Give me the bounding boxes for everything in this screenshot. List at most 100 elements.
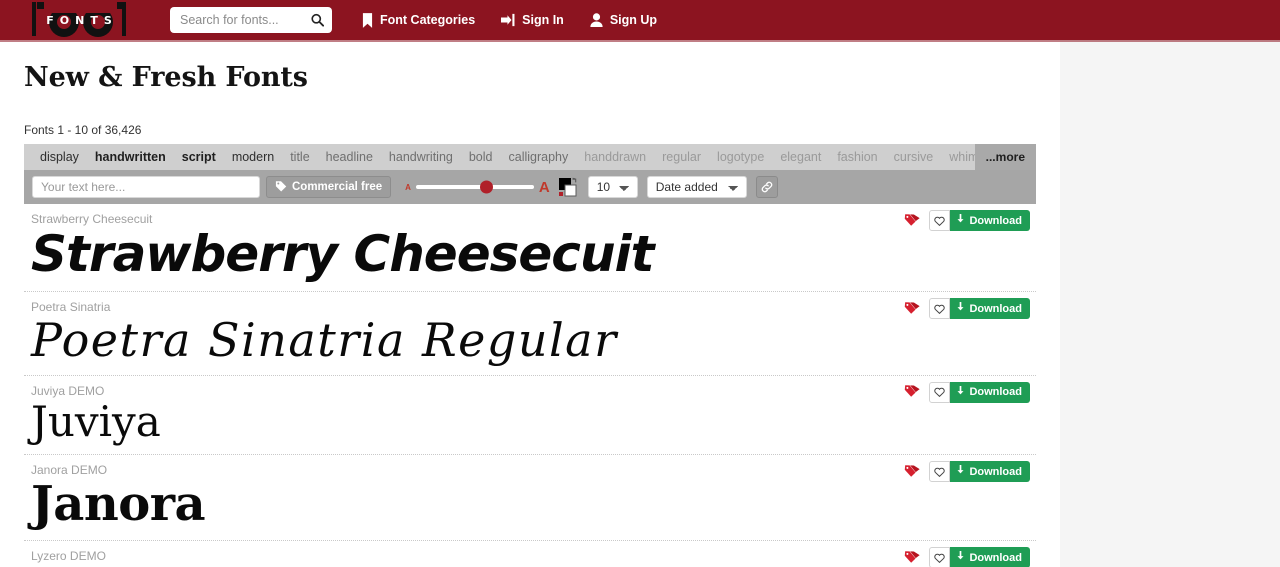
favorite-button[interactable] [929, 381, 951, 403]
svg-text:FONTS: FONTS [46, 14, 118, 27]
tag-cloud-row: display handwritten script modern title headl… [24, 144, 1036, 170]
font-row[interactable]: Poetra Sinatria Poetra Sinatria Regular Do… [24, 292, 1036, 376]
font-size-slider-thumb[interactable] [480, 180, 494, 194]
font-row-sample[interactable]: Strawberry Cheesecuit [24, 226, 1036, 291]
font-list: Strawberry Cheesecuit Strawberry Cheesecu… [24, 204, 1036, 567]
download-button[interactable]: Download [950, 298, 1030, 319]
nav-sign-in[interactable]: Sign In [501, 13, 564, 27]
filter-tag-calligraphy[interactable]: calligraphy [501, 144, 577, 170]
font-row-name[interactable]: Janora DEMO [24, 455, 1036, 477]
preview-controls-row: Commercial free A A [24, 170, 1036, 204]
filter-tag-script[interactable]: script [174, 144, 224, 170]
permalink-button[interactable] [755, 176, 778, 198]
page-title: New & Fresh Fonts [24, 62, 308, 93]
font-row[interactable]: Janora DEMO Janora Download [24, 455, 1036, 542]
download-label: Download [969, 551, 1022, 564]
user-icon [590, 13, 603, 27]
site-header: FONTS Font Categories [0, 0, 1280, 40]
search-box[interactable] [170, 7, 332, 33]
filter-tag-title[interactable]: title [282, 144, 317, 170]
header-nav: Font Categories Sign In Sign Up [362, 12, 657, 28]
font-size-slider[interactable] [415, 180, 534, 194]
font-row-name[interactable]: Strawberry Cheesecuit [24, 204, 1036, 226]
font-row-actions: Download [904, 461, 1030, 483]
favorite-button[interactable] [929, 210, 951, 231]
filter-panel: display handwritten script modern title headl… [24, 144, 1036, 204]
download-label: Download [969, 214, 1022, 227]
download-arrow-icon [956, 302, 965, 315]
result-count: Fonts 1 - 10 of 36,426 [24, 123, 142, 137]
nav-font-categories-label: Font Categories [380, 13, 476, 27]
filter-tag-fashion[interactable]: fashion [829, 144, 885, 170]
font-row[interactable]: Lyzero DEMOLyzeroDownload [24, 541, 1036, 567]
tag-icon [275, 180, 287, 195]
font-row[interactable]: Juviya DEMO Juviya Download [24, 376, 1036, 456]
search-icon[interactable] [311, 13, 325, 27]
filter-tag-bold[interactable]: bold [461, 144, 501, 170]
download-label: Download [969, 386, 1022, 399]
favorite-button[interactable] [929, 298, 951, 319]
tags-icon[interactable] [904, 464, 921, 480]
filter-tag-display[interactable]: display [32, 144, 87, 170]
filter-tag-regular[interactable]: regular [654, 144, 709, 170]
font-row-actions: Download [904, 547, 1030, 567]
tags-icon[interactable] [904, 550, 921, 566]
results-per-page-select[interactable]: 10203050100 [587, 176, 638, 198]
favorite-download-group: Download [929, 381, 1030, 403]
tags-icon[interactable] [904, 213, 921, 229]
download-arrow-icon [956, 551, 965, 564]
filter-tag-handwriting[interactable]: handwriting [381, 144, 461, 170]
color-swatch-control[interactable] [558, 176, 579, 198]
download-button[interactable]: Download [950, 210, 1030, 231]
favorite-button[interactable] [929, 547, 951, 567]
font-row-sample[interactable]: Janora [24, 477, 1036, 540]
commercial-free-button[interactable]: Commercial free [266, 176, 392, 198]
font-row-name[interactable]: Poetra Sinatria [24, 292, 1036, 314]
download-arrow-icon [956, 214, 965, 227]
download-arrow-icon [956, 465, 965, 478]
commercial-free-label: Commercial free [292, 181, 383, 193]
main-content: New & Fresh Fonts Fonts 1 - 10 of 36,426… [0, 42, 1060, 567]
tag-more-button[interactable]: ...more [974, 144, 1036, 170]
font-row-sample[interactable]: Lyzero [24, 563, 1036, 567]
nav-sign-up[interactable]: Sign Up [590, 13, 657, 27]
filter-tag-headline[interactable]: headline [318, 144, 381, 170]
filter-tag-handwritten[interactable]: handwritten [87, 144, 174, 170]
font-row-actions: Download [904, 381, 1030, 403]
site-logo[interactable]: FONTS [28, 0, 136, 40]
tags-icon[interactable] [904, 301, 921, 317]
preview-text-input[interactable] [32, 176, 260, 198]
search-input[interactable] [170, 7, 332, 33]
filter-tag-elegant[interactable]: elegant [772, 144, 829, 170]
font-row-sample[interactable]: Poetra Sinatria Regular [24, 314, 1036, 375]
favorite-download-group: Download [929, 547, 1030, 567]
tags-icon[interactable] [904, 384, 921, 400]
sort-order-select[interactable]: Date addedPopularityAlphabeticalRandom [646, 176, 747, 198]
nav-font-categories[interactable]: Font Categories [362, 12, 476, 28]
favorite-download-group: Download [929, 298, 1030, 319]
page-root: FONTS Font Categories [0, 0, 1280, 567]
slider-max-label: A [538, 178, 550, 196]
download-label: Download [969, 465, 1022, 478]
favorite-download-group: Download [929, 461, 1030, 483]
filter-tag-handdrawn[interactable]: handdrawn [576, 144, 654, 170]
header-underline [0, 40, 1280, 42]
filter-tag-modern[interactable]: modern [224, 144, 282, 170]
font-row-actions: Download [904, 298, 1030, 319]
filter-tag-logotype[interactable]: logotype [709, 144, 772, 170]
font-row-name[interactable]: Juviya DEMO [24, 376, 1036, 398]
font-row[interactable]: Strawberry Cheesecuit Strawberry Cheesecu… [24, 204, 1036, 292]
download-button[interactable]: Download [950, 547, 1030, 567]
nav-sign-up-label: Sign Up [609, 13, 658, 27]
font-row-sample[interactable]: Juviya [24, 398, 1036, 455]
slider-min-label: A [405, 182, 411, 192]
filter-tag-cursive[interactable]: cursive [886, 144, 942, 170]
nav-sign-in-label: Sign In [522, 13, 564, 27]
download-button[interactable]: Download [950, 381, 1030, 403]
favorite-button[interactable] [929, 461, 951, 483]
font-row-name[interactable]: Lyzero DEMO [24, 541, 1036, 563]
download-button[interactable]: Download [950, 461, 1030, 483]
download-label: Download [969, 302, 1022, 315]
favorite-download-group: Download [929, 210, 1030, 231]
font-row-actions: Download [904, 210, 1030, 231]
